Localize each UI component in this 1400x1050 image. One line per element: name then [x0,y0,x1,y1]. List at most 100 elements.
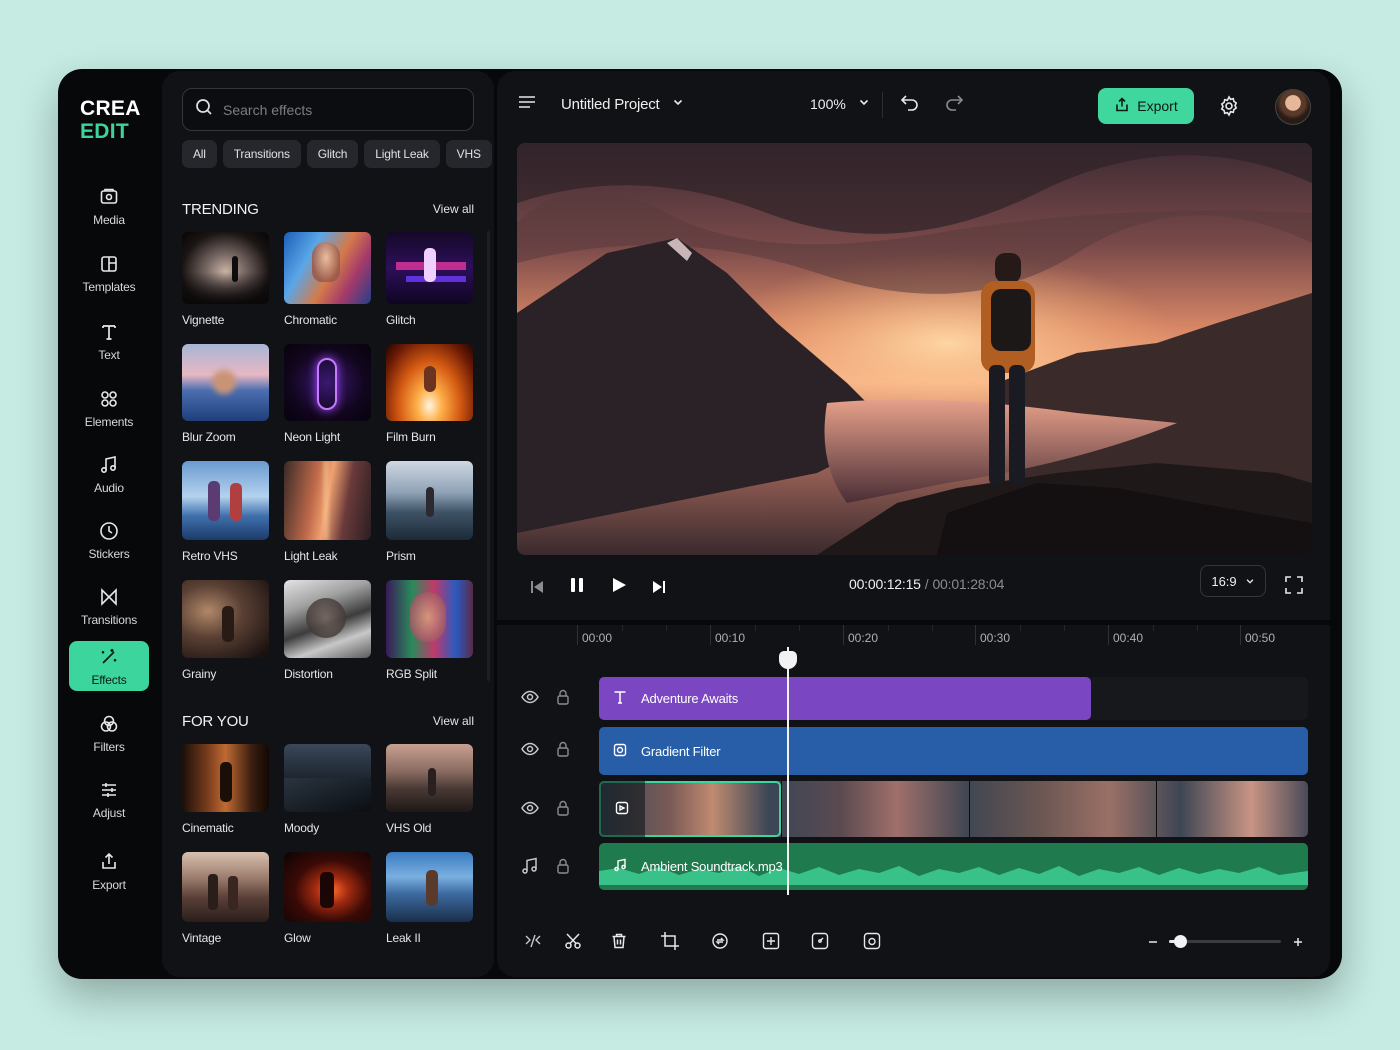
undo-button[interactable] [899,71,921,137]
replace-button[interactable] [708,931,732,955]
filter-clip[interactable]: Gradient Filter [599,727,1308,775]
effect-name: Chromatic [284,313,337,327]
snapshot-button[interactable] [860,931,884,955]
effect-thumb-cinematic[interactable]: Cinematic [182,744,269,835]
nav-item-text[interactable]: Text [69,316,149,366]
effect-name: Leak II [386,931,421,945]
time-ruler[interactable]: 00:00 00:10 00:20 00:30 00:40 00:50 [577,625,1322,655]
chip-vhs[interactable]: VHS [445,140,492,168]
lock-icon[interactable] [556,689,570,710]
search-icon [195,98,213,121]
effect-thumb-leak-ii[interactable]: Leak II [386,852,473,945]
nav-item-media[interactable]: Media [69,181,149,231]
speed-button[interactable] [808,931,832,955]
zoom-in-button[interactable] [1292,935,1304,953]
nav-item-transitions[interactable]: Transitions [69,581,149,631]
effect-thumb-film-burn[interactable]: Film Burn [386,344,473,444]
aspect-ratio-dropdown[interactable]: 16:9 [1200,565,1266,597]
swap-icon [711,932,729,955]
nav-item-templates[interactable]: Templates [69,248,149,298]
export-label: Export [1137,98,1178,114]
playhead-handle[interactable] [779,651,797,669]
effect-thumb-distortion[interactable]: Distortion [284,580,371,681]
chip-all[interactable]: All [182,140,217,168]
effect-thumb-blur-zoom[interactable]: Blur Zoom [182,344,269,444]
settings-button[interactable] [1217,94,1241,118]
redo-icon [943,91,965,118]
nav-label: Filters [93,739,125,754]
effect-thumb-vintage[interactable]: Vintage [182,852,269,945]
effect-thumb-vignette[interactable]: Vignette [182,232,269,327]
fullscreen-button[interactable] [1284,575,1304,599]
skip-forward-button[interactable] [649,579,669,599]
crop-button[interactable] [658,931,682,955]
ruler-minor-tick [1064,625,1065,631]
freeze-frame-button[interactable] [759,931,783,955]
panel-scrollbar[interactable] [487,231,490,681]
nav-item-export[interactable]: Export [69,846,149,896]
search-input[interactable] [223,101,453,118]
zoom-thumb[interactable] [1174,935,1188,948]
ruler-label: 00:40 [1113,631,1144,645]
playhead[interactable] [779,647,797,895]
effect-thumb-neon-light[interactable]: Neon Light [284,344,371,444]
effect-thumb-rgb-split[interactable]: RGB Split [386,580,473,681]
for-you-view-all-link[interactable]: View all [433,714,474,728]
effect-thumb-prism[interactable]: Prism [386,461,473,563]
effect-thumb-grainy[interactable]: Grainy [182,580,269,681]
magnet-snap-button[interactable] [521,931,545,955]
eye-icon[interactable] [521,799,539,822]
effects-panel: All Transitions Glitch Light Leak VHS TR… [162,71,494,977]
frame-icon [762,932,780,955]
fullscreen-icon [1285,575,1303,599]
eye-icon[interactable] [521,688,539,711]
video-clip[interactable] [599,781,1308,837]
effect-thumb-moody[interactable]: Moody [284,744,371,835]
effect-thumb-light-leak[interactable]: Light Leak [284,461,371,563]
redo-button[interactable] [943,71,965,137]
nav-item-elements[interactable]: Elements [69,383,149,433]
nav-label: Export [92,877,126,892]
text-clip[interactable]: Adventure Awaits [599,677,1091,720]
zoom-dropdown[interactable]: 100% [810,71,870,137]
nav-item-stickers[interactable]: Stickers [69,515,149,565]
user-avatar[interactable] [1275,89,1311,125]
zoom-track[interactable] [1169,935,1281,948]
nav-item-effects[interactable]: Effects [69,641,149,691]
split-button[interactable] [561,931,585,955]
video-icon [615,801,629,818]
for-you-heading: FOR YOU [182,713,249,730]
effect-thumb-glow[interactable]: Glow [284,852,371,945]
editor-window: CREA EDIT Media Templates Text Elements … [58,69,1342,979]
eye-icon[interactable] [521,740,539,763]
effect-thumb-chromatic[interactable]: Chromatic [284,232,371,327]
app-logo: CREA EDIT [80,97,141,143]
menu-button[interactable] [517,71,537,137]
export-button[interactable]: Export [1098,88,1194,124]
chip-light-leak[interactable]: Light Leak [364,140,440,168]
effect-thumb-vhs-old[interactable]: VHS Old [386,744,473,835]
zoom-out-button[interactable] [1147,935,1159,953]
clip-separator [781,781,782,837]
audio-clip[interactable]: Ambient Soundtrack.mp3 [599,843,1308,890]
effect-thumb-glitch[interactable]: Glitch [386,232,473,327]
speed-icon [811,932,829,955]
nav-item-adjust[interactable]: Adjust [69,774,149,824]
effect-thumb-retro-vhs[interactable]: Retro VHS [182,461,269,563]
lock-icon[interactable] [556,858,570,879]
nav-item-audio[interactable]: Audio [69,449,149,499]
trending-view-all-link[interactable]: View all [433,202,474,216]
play-button[interactable] [609,577,629,597]
video-clip-handle[interactable] [599,781,645,837]
chip-glitch[interactable]: Glitch [306,140,359,168]
pause-button[interactable] [567,577,587,597]
skip-back-button[interactable] [527,579,547,599]
text-icon [613,690,627,707]
delete-button[interactable] [607,931,631,955]
lock-icon[interactable] [556,800,570,821]
video-preview[interactable] [517,143,1312,555]
nav-item-filters[interactable]: Filters [69,708,149,758]
lock-icon[interactable] [556,741,570,762]
chip-transitions[interactable]: Transitions [222,140,301,168]
project-name-dropdown[interactable]: Untitled Project [561,71,684,137]
